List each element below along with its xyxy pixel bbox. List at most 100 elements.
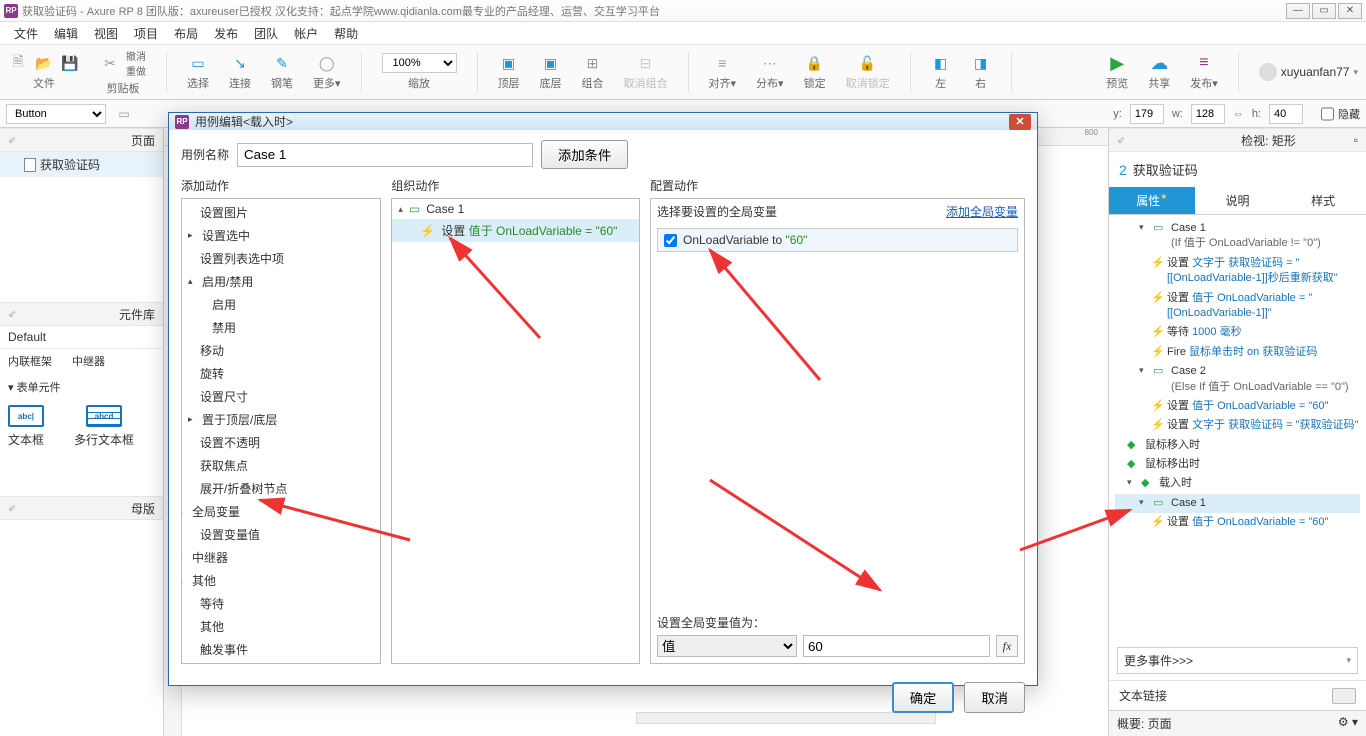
action-item[interactable]: 移动 xyxy=(200,342,224,359)
lib-category[interactable]: 内联框架 xyxy=(8,353,52,369)
add-global-var-link[interactable]: 添加全局变量 xyxy=(946,203,1018,220)
align-icon[interactable]: ≡ xyxy=(712,53,732,73)
link-button[interactable] xyxy=(1332,688,1356,704)
w-input[interactable] xyxy=(1191,104,1225,124)
user-menu[interactable]: xuyuanfan77▾ xyxy=(1259,63,1358,81)
ok-button[interactable]: 确定 xyxy=(892,682,955,713)
action-group[interactable]: 其他 xyxy=(192,572,216,589)
textbox-widget[interactable]: abc|文本框 xyxy=(8,405,44,448)
action-link[interactable]: 文字于 获取验证码 = "[[OnLoadVariable-1]]秒后重新获取" xyxy=(1167,257,1338,284)
value-type-select[interactable]: 值 xyxy=(657,635,797,657)
open-icon[interactable]: 📂 xyxy=(34,53,54,73)
page-item[interactable]: 获取验证码 xyxy=(0,152,163,177)
publish-icon[interactable]: ≡ xyxy=(1194,53,1214,73)
fx-button[interactable]: fx xyxy=(996,635,1018,657)
more-events-select[interactable]: 更多事件>>>▾ xyxy=(1117,647,1358,674)
org-case-name[interactable]: Case 1 xyxy=(426,202,464,216)
maximize-button[interactable]: ▭ xyxy=(1312,3,1336,19)
menu-edit[interactable]: 编辑 xyxy=(48,23,84,44)
action-group[interactable]: 启用/禁用 xyxy=(202,273,253,290)
shape-select[interactable]: Button xyxy=(6,104,106,124)
event-onload[interactable]: 载入时 xyxy=(1159,476,1360,491)
action-link[interactable]: 鼠标单击时 on 获取验证码 xyxy=(1189,346,1317,358)
pin-icon[interactable]: ⇙ xyxy=(8,135,16,146)
event-mouseout[interactable]: 鼠标移出时 xyxy=(1145,457,1360,472)
case-name[interactable]: Case 2 xyxy=(1171,365,1206,377)
right-pane-icon[interactable]: ◨ xyxy=(971,53,991,73)
action-item[interactable]: 其他 xyxy=(200,618,224,635)
variable-row[interactable]: OnLoadVariable to "60" xyxy=(658,229,1017,251)
menu-help[interactable]: 帮助 xyxy=(328,23,364,44)
new-icon[interactable]: 🗎 xyxy=(8,53,28,73)
action-item[interactable]: 禁用 xyxy=(212,319,236,336)
lib-category[interactable]: 中继器 xyxy=(72,353,105,369)
redo-btn[interactable]: 重做 xyxy=(126,63,146,78)
pin-icon[interactable]: ⇙ xyxy=(8,503,16,514)
action-item[interactable]: 设置选中 xyxy=(202,227,250,244)
back-icon[interactable]: ▣ xyxy=(541,53,561,73)
library-select[interactable]: Default xyxy=(0,326,163,349)
action-item[interactable]: 获取焦点 xyxy=(200,457,248,474)
action-item[interactable]: 设置图片 xyxy=(200,204,248,221)
action-link[interactable]: 1000 毫秒 xyxy=(1192,326,1242,338)
pen-icon[interactable]: ✎ xyxy=(272,53,292,73)
front-icon[interactable]: ▣ xyxy=(499,53,519,73)
action-item[interactable]: 启用 xyxy=(212,296,236,313)
zoom-select[interactable]: 100% xyxy=(382,53,457,73)
select-icon[interactable]: ▭ xyxy=(188,53,208,73)
undo-btn[interactable]: 撤消 xyxy=(126,48,146,63)
menu-file[interactable]: 文件 xyxy=(8,23,44,44)
action-link[interactable]: 文字于 获取验证码 = "获取验证码" xyxy=(1192,419,1358,431)
hidden-checkbox[interactable] xyxy=(1321,104,1334,124)
action-item[interactable]: 旋转 xyxy=(200,365,224,382)
dialog-titlebar[interactable]: RP 用例编辑<载入时> ✕ xyxy=(169,113,1037,130)
dialog-close-button[interactable]: ✕ xyxy=(1009,114,1031,130)
org-action-row[interactable]: ⚡设置 值于 OnLoadVariable = "60" xyxy=(392,219,639,242)
variable-checkbox[interactable] xyxy=(664,234,677,247)
add-condition-button[interactable]: 添加条件 xyxy=(541,140,628,169)
distribute-icon[interactable]: ⋯ xyxy=(760,53,780,73)
action-link[interactable]: 值于 OnLoadVariable = "60" xyxy=(1192,516,1328,528)
cancel-button[interactable]: 取消 xyxy=(964,682,1025,713)
link-wh-icon[interactable]: ⇔ xyxy=(1233,108,1244,120)
menu-layout[interactable]: 布局 xyxy=(168,23,204,44)
tab-properties[interactable]: 属性★ xyxy=(1109,187,1195,214)
left-pane-icon[interactable]: ◧ xyxy=(931,53,951,73)
action-item[interactable]: 等待 xyxy=(200,595,224,612)
case-name[interactable]: Case 1 xyxy=(1171,222,1206,234)
case-name-input[interactable] xyxy=(237,143,533,167)
action-link[interactable]: 值于 OnLoadVariable = "60" xyxy=(1192,400,1328,412)
menu-account[interactable]: 帐户 xyxy=(288,23,324,44)
preview-icon[interactable]: ▶ xyxy=(1107,53,1127,73)
value-input[interactable] xyxy=(803,635,990,657)
cut-icon[interactable]: ✂ xyxy=(100,53,120,73)
share-icon[interactable]: ☁ xyxy=(1149,53,1169,73)
tab-notes[interactable]: 说明 xyxy=(1195,187,1281,214)
case-name[interactable]: Case 1 xyxy=(1171,496,1360,511)
close-button[interactable]: ✕ xyxy=(1338,3,1362,19)
pin-icon[interactable]: ⇙ xyxy=(8,309,16,320)
form-widgets-header[interactable]: ▾ 表单元件 xyxy=(0,373,163,397)
action-group[interactable]: 中继器 xyxy=(192,549,228,566)
textarea-widget[interactable]: abcd多行文本框 xyxy=(74,405,134,448)
action-item[interactable]: 触发事件 xyxy=(200,641,248,658)
menu-team[interactable]: 团队 xyxy=(248,23,284,44)
menu-view[interactable]: 视图 xyxy=(88,23,124,44)
menu-project[interactable]: 项目 xyxy=(128,23,164,44)
event-mouseover[interactable]: 鼠标移入时 xyxy=(1145,438,1360,453)
unlock-icon[interactable]: 🔓 xyxy=(858,53,878,73)
lock-icon[interactable]: 🔒 xyxy=(805,53,825,73)
expand-icon[interactable]: ▫ xyxy=(1354,133,1358,147)
action-list[interactable]: 设置图片 ▸设置选中 设置列表选中项 ▴启用/禁用 启用 禁用 移动 旋转 设置… xyxy=(181,198,381,664)
action-group[interactable]: 全局变量 xyxy=(192,503,240,520)
group-icon[interactable]: ⊞ xyxy=(583,53,603,73)
action-item[interactable]: 设置变量值 xyxy=(200,526,260,543)
shape-icon[interactable]: ▭ xyxy=(114,104,134,124)
action-item[interactable]: 置于顶层/底层 xyxy=(202,411,277,428)
action-item[interactable]: 设置列表选中项 xyxy=(200,250,284,267)
action-item[interactable]: 设置尺寸 xyxy=(200,388,248,405)
more-icon[interactable]: ◯ xyxy=(317,53,337,73)
menu-publish[interactable]: 发布 xyxy=(208,23,244,44)
action-item[interactable]: 展开/折叠树节点 xyxy=(200,480,287,497)
ungroup-icon[interactable]: ⊟ xyxy=(636,53,656,73)
